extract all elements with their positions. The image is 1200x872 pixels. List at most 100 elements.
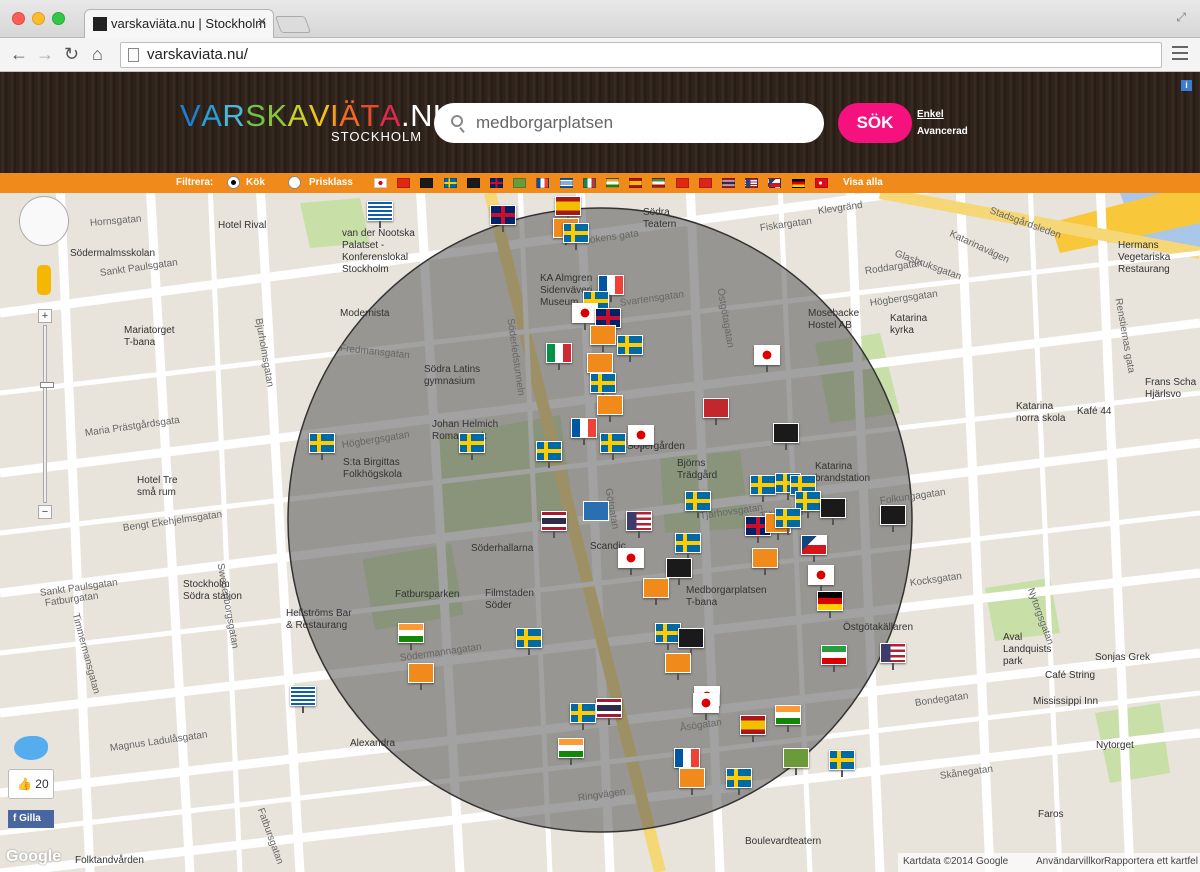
restaurant-pin-sweden[interactable]: [775, 508, 801, 535]
map-place-label[interactable]: Faros: [1038, 809, 1064, 821]
restaurant-pin-thailand[interactable]: [541, 511, 567, 538]
restaurant-pin-thailand[interactable]: [596, 698, 622, 725]
map-place-label[interactable]: Hotel Rival: [218, 220, 266, 232]
map-place-label[interactable]: Katarina brandstation: [815, 461, 870, 485]
restaurant-pin-japan[interactable]: [693, 693, 719, 720]
filter-flag-czech[interactable]: [768, 178, 782, 188]
restaurant-pin-sweden[interactable]: [516, 628, 542, 655]
restaurant-pin-japan[interactable]: [754, 345, 780, 372]
browser-tab[interactable]: varskaviäta.nu | Stockholm ✕: [84, 9, 274, 38]
filter-flag-china[interactable]: [675, 178, 689, 188]
map-place-label[interactable]: Nytorget: [1096, 740, 1134, 752]
back-arrow-icon[interactable]: ←: [10, 44, 28, 65]
filter-flag-veg[interactable]: [513, 178, 527, 188]
restaurant-pin-italy[interactable]: [546, 343, 572, 370]
home-icon[interactable]: ⌂: [92, 44, 103, 65]
restaurant-pin-greece[interactable]: [290, 686, 316, 713]
map-place-label[interactable]: Frans Scha Hjärlsvo: [1145, 377, 1196, 401]
restaurant-pin-india[interactable]: [775, 705, 801, 732]
price-radio[interactable]: [288, 176, 301, 189]
map-canvas[interactable]: Hotel Rival Södermalmsskolan Mariatorget T…: [0, 193, 1200, 872]
kitchen-radio[interactable]: [227, 176, 240, 189]
map-place-label[interactable]: Katarina norra skola: [1016, 401, 1065, 425]
restaurant-pin-sweden[interactable]: [750, 475, 776, 502]
restaurant-pin-sweden[interactable]: [590, 373, 616, 400]
map-place-label[interactable]: van der Nootska Palatset - Konferensloka…: [342, 228, 415, 276]
report-error-link[interactable]: Rapportera ett kartfel: [1104, 856, 1198, 867]
map-place-label[interactable]: Alexandra: [350, 738, 395, 750]
map-place-label[interactable]: Hellströms Bar & Restaurang: [286, 608, 352, 632]
filter-flag-uk[interactable]: [490, 178, 503, 188]
restaurant-pin-france[interactable]: [571, 418, 597, 445]
restaurant-pin-coffee[interactable]: [587, 353, 613, 380]
restaurant-pin-sweden[interactable]: [570, 703, 596, 730]
map-place-label[interactable]: Södra Teatern: [643, 207, 676, 231]
map-place-label[interactable]: Café String: [1045, 670, 1095, 682]
map-place-label[interactable]: Södra Latins gymnasium: [424, 364, 480, 388]
search-input[interactable]: medborgarplatsen: [434, 103, 824, 143]
restaurant-pin-coffee[interactable]: [590, 325, 616, 352]
filter-flag-vietnam[interactable]: [698, 178, 712, 188]
restaurant-pin-veg[interactable]: [783, 748, 809, 775]
zoom-thumb[interactable]: [40, 382, 54, 388]
restaurant-pin-sweden[interactable]: [726, 768, 752, 795]
restaurant-pin-spain[interactable]: [740, 715, 766, 742]
filter-flag-thailand[interactable]: [722, 178, 735, 188]
restaurant-pin-india[interactable]: [398, 623, 424, 650]
map-place-label[interactable]: Hermans Vegetariska Restaurang: [1118, 240, 1170, 276]
filter-flag-germany[interactable]: [791, 178, 805, 188]
info-icon[interactable]: i: [1181, 80, 1192, 91]
filter-flag-turkey[interactable]: [814, 178, 828, 188]
restaurant-pin-sweden[interactable]: [600, 433, 626, 460]
restaurant-pin-coffee[interactable]: [679, 768, 705, 795]
restaurant-pin-sweden[interactable]: [459, 433, 485, 460]
restaurant-pin-cup[interactable]: [773, 423, 799, 450]
restaurant-pin-coffee[interactable]: [665, 653, 691, 680]
zoom-out-button[interactable]: −: [38, 505, 52, 519]
map-place-label[interactable]: Katarina kyrka: [890, 313, 927, 337]
filter-flag-sweden[interactable]: [443, 178, 457, 188]
filter-flag-france[interactable]: [536, 178, 550, 188]
filter-flag-usa[interactable]: [745, 178, 759, 188]
map-place-label[interactable]: Mississippi Inn: [1033, 696, 1098, 708]
restaurant-pin-japan[interactable]: [808, 565, 834, 592]
map-place-label[interactable]: Medborgarplatsen T-bana: [686, 585, 767, 609]
restaurant-pin-usa[interactable]: [880, 643, 906, 670]
map-place-label[interactable]: Boulevardteatern: [745, 836, 821, 848]
restaurant-pin-cup[interactable]: [666, 558, 692, 585]
filter-flag-greece[interactable]: [559, 178, 573, 188]
filter-flag-coffee-cup[interactable]: [466, 178, 480, 188]
map-place-label[interactable]: Östgötakällaren: [843, 622, 913, 634]
restaurant-pin-japan[interactable]: [628, 425, 654, 452]
restaurant-pin-coffee[interactable]: [597, 395, 623, 422]
simple-mode-link[interactable]: Enkel: [917, 109, 944, 120]
restaurant-pin-uk[interactable]: [490, 205, 516, 232]
map-place-label[interactable]: Mariatorget T-bana: [124, 325, 175, 349]
restaurant-pin-sweden[interactable]: [536, 441, 562, 468]
filter-flag-iran[interactable]: [652, 178, 666, 188]
restaurant-pin-germany[interactable]: [817, 591, 843, 618]
search-button[interactable]: SÖK: [838, 103, 912, 143]
forward-arrow-icon[interactable]: →: [36, 44, 54, 65]
pan-control[interactable]: [19, 196, 69, 246]
minimize-window-button[interactable]: [32, 12, 45, 25]
url-bar[interactable]: varskaviata.nu/: [120, 42, 1162, 68]
new-tab-button[interactable]: [274, 16, 312, 33]
restaurant-pin-cup[interactable]: [820, 498, 846, 525]
restaurant-pin-morocco[interactable]: [703, 398, 729, 425]
restaurant-pin-usa[interactable]: [626, 511, 652, 538]
facebook-like-button[interactable]: f Gilla: [8, 810, 54, 828]
zoom-track[interactable]: [40, 325, 54, 503]
restaurant-pin-greece[interactable]: [367, 201, 393, 228]
filter-flag-italy[interactable]: [582, 178, 596, 188]
filter-flag-india[interactable]: [606, 178, 619, 188]
filter-flag-spain[interactable]: [629, 178, 643, 188]
restaurant-pin-coffee[interactable]: [643, 578, 669, 605]
streetview-pegman-icon[interactable]: [37, 265, 51, 295]
restaurant-pin-czech[interactable]: [801, 535, 827, 562]
browser-menu-icon[interactable]: [1172, 46, 1188, 60]
map-place-label[interactable]: Fatbursparken: [395, 589, 459, 601]
search-center-marker-icon[interactable]: [583, 501, 609, 521]
map-place-label[interactable]: Modernista: [340, 308, 389, 320]
restaurant-pin-sweden[interactable]: [685, 491, 711, 518]
